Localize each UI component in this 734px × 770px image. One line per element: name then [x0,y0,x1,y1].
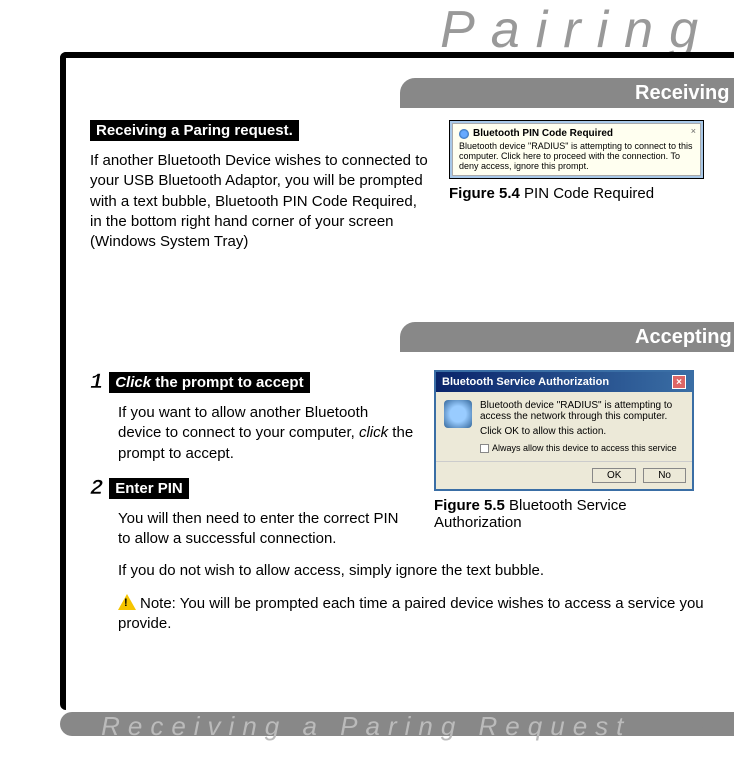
section-header-accepting: Accepting a Pairing [400,322,734,352]
section2-content: 1 Click the prompt to accept If you want… [90,370,704,646]
section-header-receiving: Receiving a Pariring [400,78,734,108]
step-1-label: Click the prompt to accept [109,372,309,393]
step-2-number: 2 [90,476,103,501]
step-1-label-rest: the prompt to accept [151,374,304,391]
pin-code-bubble: Bluetooth PIN Code Required × Bluetooth … [452,123,701,176]
warning-icon [118,594,136,610]
bubble-body-text: Bluetooth device "RADIUS" is attempting … [459,141,694,171]
footer-label: Receiving a Paring Request [101,711,647,741]
bubble-title-text: Bluetooth PIN Code Required [473,128,613,139]
step-1-body-italic: click [359,424,388,441]
dialog-ok-button: OK [592,468,636,483]
bluetooth-icon [444,400,472,428]
checkbox-icon [480,444,489,453]
step-1-number: 1 [90,370,103,395]
dialog-checkbox-label: Always allow this device to access this … [492,443,677,453]
step-1-label-italic: Click [115,374,151,391]
figure-5-5-caption: Figure 5.5 Bluetooth Service Authorizati… [434,497,704,531]
step-1-body-pre: If you want to allow another Bluetooth d… [118,404,368,441]
footer-text: Receiving a Paring Request 029 [101,711,714,742]
ignore-text: If you do not wish to allow access, simp… [118,561,704,581]
figure-5-5-number: Figure 5.5 [434,497,505,514]
section1-body: If another Bluetooth Device wishes to co… [90,151,429,252]
figure-5-5-dialog: Bluetooth Service Authorization × Blueto… [434,370,694,491]
dialog-no-button: No [643,468,686,483]
figure-5-4-text: PIN Code Required [520,185,654,202]
top-border-decoration [60,52,734,58]
step-2-label: Enter PIN [109,478,189,499]
left-border-decoration [60,52,66,710]
step-1-body: If you want to allow another Bluetooth d… [118,403,414,464]
figure-5-4-caption: Figure 5.4 PIN Code Required [449,185,704,202]
dialog-body-text-2: Click OK to allow this action. [480,426,684,437]
page-title: Pairing [440,0,714,60]
step-2-body: You will then need to enter the correct … [118,509,414,550]
dialog-checkbox-row: Always allow this device to access this … [480,443,684,453]
page-number: 029 [647,711,714,741]
dialog-close-icon: × [672,375,686,389]
figure-5-4-number: Figure 5.4 [449,185,520,202]
figure-5-4: Bluetooth PIN Code Required × Bluetooth … [449,120,704,179]
close-icon: × [691,126,696,136]
dialog-title-text: Bluetooth Service Authorization [442,376,609,388]
section1-content: Receiving a Paring request. If another B… [90,120,704,264]
info-icon [459,129,469,139]
dialog-body-text: Bluetooth device "RADIUS" is attempting … [480,400,684,422]
note-text: Note: You will be prompted each time a p… [118,595,704,632]
note-row: Note: You will be prompted each time a p… [118,594,704,635]
section1-label: Receiving a Paring request. [90,120,299,141]
